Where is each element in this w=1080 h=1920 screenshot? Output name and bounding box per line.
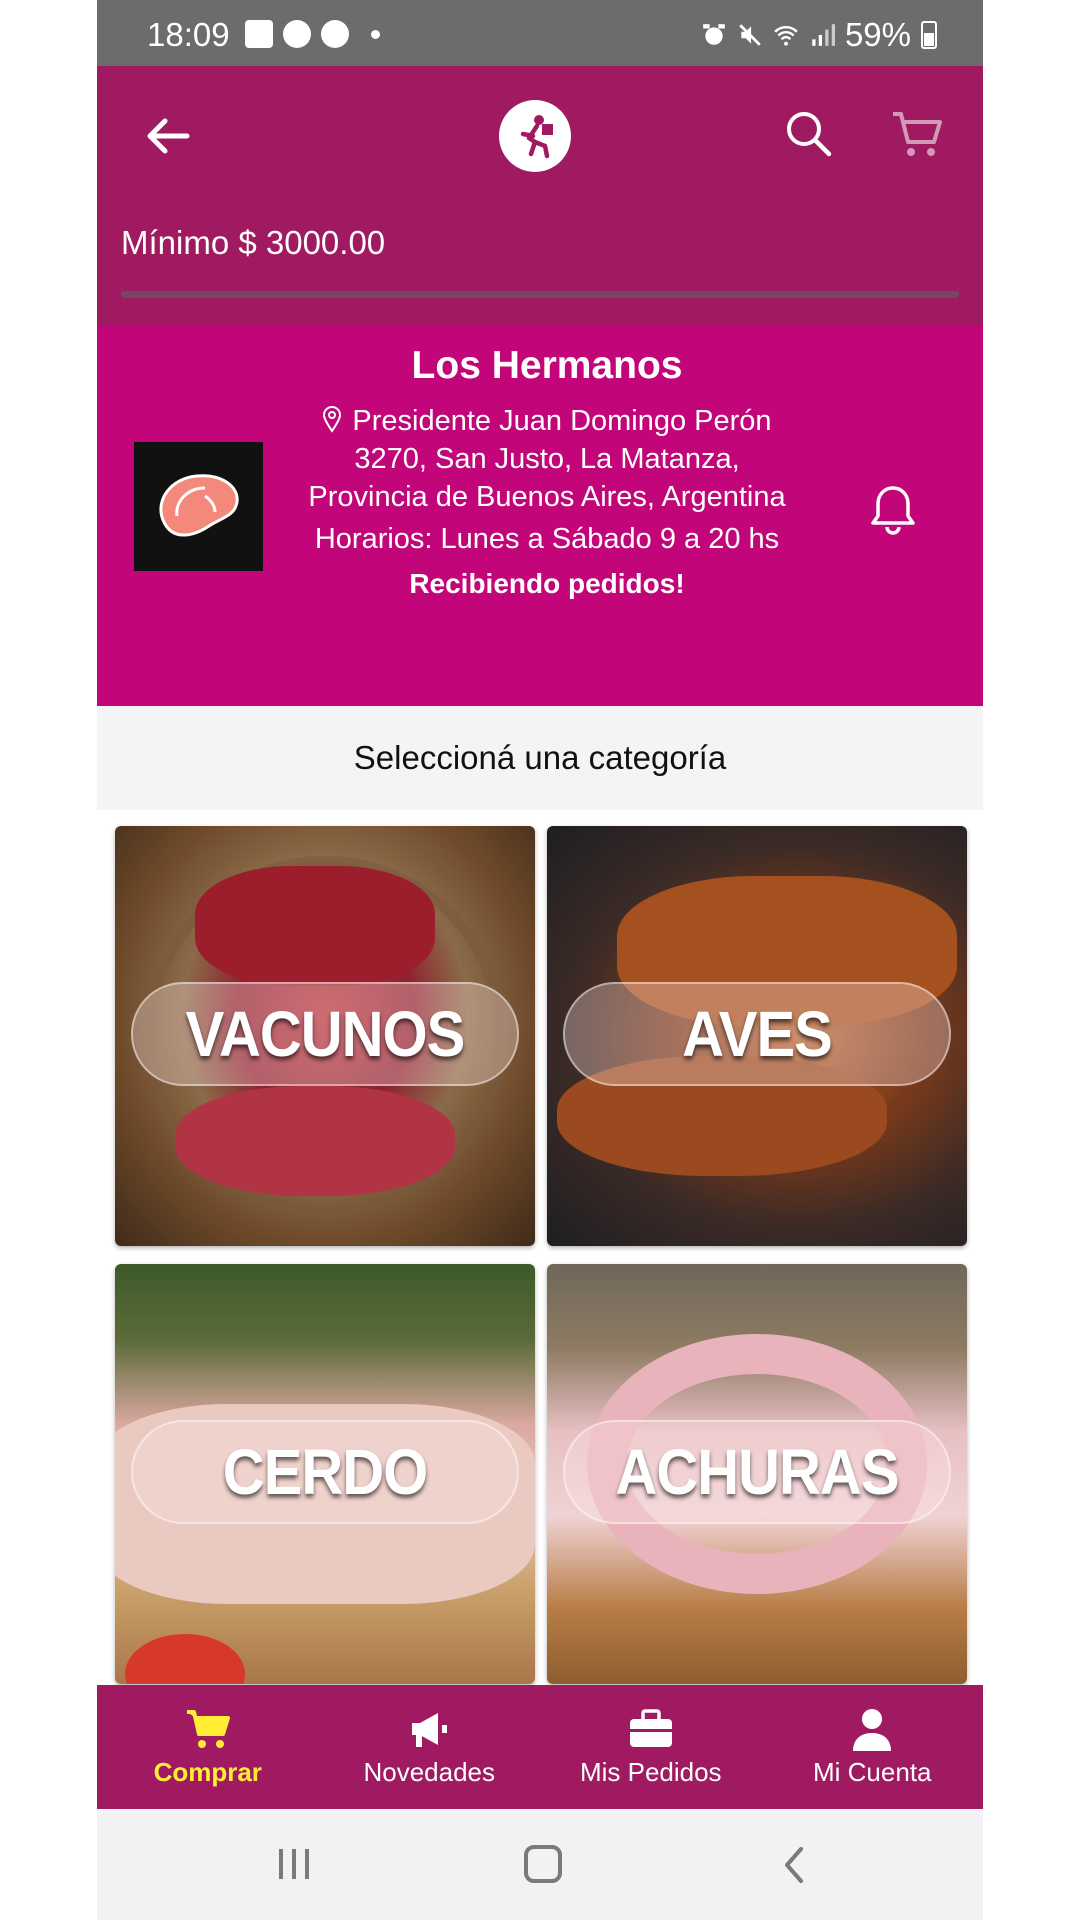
store-hours: Horarios: Lunes a Sábado 9 a 20 hs bbox=[314, 523, 780, 555]
nav-label: Mi Cuenta bbox=[813, 1756, 932, 1787]
briefcase-icon bbox=[629, 1708, 672, 1747]
status-left-icons bbox=[245, 20, 380, 48]
store-address: Presidente Juan Domingo Perón 3270, San … bbox=[297, 402, 797, 516]
nav-item-mis-pedidos[interactable]: Mis Pedidos bbox=[540, 1685, 762, 1809]
bell-icon[interactable] bbox=[867, 482, 919, 536]
phone-screen: 18:09 59% Mínimo $ 3000.00 Los Hermanos … bbox=[97, 0, 983, 1920]
nav-label: Comprar bbox=[153, 1756, 262, 1787]
gallery-icon bbox=[245, 20, 273, 48]
runner-icon bbox=[520, 115, 553, 159]
home-button-icon[interactable] bbox=[524, 1845, 562, 1883]
user-icon bbox=[853, 1708, 892, 1751]
meat-decoration bbox=[195, 866, 435, 986]
category-label-pill: AVES bbox=[563, 982, 951, 1086]
category-section-title: Seleccioná una categoría bbox=[97, 706, 983, 810]
globe-icon bbox=[283, 20, 311, 48]
nav-item-mi-cuenta[interactable]: Mi Cuenta bbox=[762, 1685, 984, 1809]
store-image bbox=[134, 442, 263, 571]
alarm-icon bbox=[703, 24, 725, 45]
globe-icon bbox=[321, 20, 349, 48]
signal-icon bbox=[812, 24, 835, 46]
nav-label: Novedades bbox=[363, 1756, 496, 1787]
cart-icon[interactable] bbox=[887, 104, 947, 164]
battery-icon bbox=[921, 21, 937, 49]
category-card-cerdo[interactable]: CERDO bbox=[115, 1264, 535, 1684]
battery-percent: 59% bbox=[844, 16, 911, 53]
recent-apps-icon[interactable] bbox=[275, 1847, 313, 1881]
category-card-vacunos[interactable]: VACUNOS bbox=[115, 826, 535, 1246]
steak-icon bbox=[159, 473, 239, 537]
category-label: AVES bbox=[682, 998, 833, 1070]
wifi-icon bbox=[774, 26, 798, 46]
category-label-pill: CERDO bbox=[131, 1420, 519, 1524]
category-label: CERDO bbox=[222, 1436, 428, 1508]
megaphone-icon bbox=[412, 1712, 448, 1747]
category-card-achuras[interactable]: ACHURAS bbox=[547, 1264, 967, 1684]
category-label-pill: ACHURAS bbox=[563, 1420, 951, 1524]
category-grid: VACUNOS AVES CERDO ACHURAS bbox=[97, 810, 983, 1685]
tomato-decoration bbox=[125, 1634, 245, 1684]
nav-label: Mis Pedidos bbox=[579, 1756, 722, 1787]
location-pin-icon bbox=[323, 406, 342, 433]
minimum-order-text: Mínimo $ 3000.00 bbox=[121, 224, 386, 261]
search-icon[interactable] bbox=[779, 104, 839, 164]
minimum-order-progress bbox=[121, 291, 959, 298]
status-bar: 18:09 59% bbox=[97, 0, 983, 66]
store-name: Los Hermanos bbox=[411, 344, 683, 387]
status-right-icons: 59% bbox=[701, 16, 937, 54]
delivery-runner-logo bbox=[499, 100, 571, 172]
store-address-text: Presidente Juan Domingo Perón 3270, San … bbox=[308, 405, 786, 513]
category-label: VACUNOS bbox=[185, 998, 466, 1070]
bottom-navigation: Comprar Novedades Mis Pedidos Mi Cuenta bbox=[97, 1685, 983, 1809]
nav-item-novedades[interactable]: Novedades bbox=[319, 1685, 541, 1809]
meat-decoration bbox=[175, 1086, 455, 1196]
back-arrow-icon[interactable] bbox=[137, 106, 197, 166]
category-card-aves[interactable]: AVES bbox=[547, 826, 967, 1246]
store-info: Los Hermanos Presidente Juan Domingo Per… bbox=[297, 342, 797, 604]
nav-item-comprar[interactable]: Comprar bbox=[97, 1685, 319, 1809]
category-label: ACHURAS bbox=[615, 1436, 900, 1508]
store-header: Los Hermanos Presidente Juan Domingo Per… bbox=[97, 326, 983, 706]
mute-icon bbox=[739, 24, 761, 46]
system-back-icon[interactable] bbox=[779, 1845, 809, 1885]
status-time: 18:09 bbox=[147, 16, 230, 53]
notification-dot-icon bbox=[371, 29, 380, 39]
store-status: Recibiendo pedidos! bbox=[409, 568, 685, 599]
category-label-pill: VACUNOS bbox=[131, 982, 519, 1086]
app-bar: Mínimo $ 3000.00 bbox=[97, 66, 983, 326]
cart-icon bbox=[186, 1709, 230, 1748]
system-navigation-bar bbox=[97, 1809, 983, 1920]
